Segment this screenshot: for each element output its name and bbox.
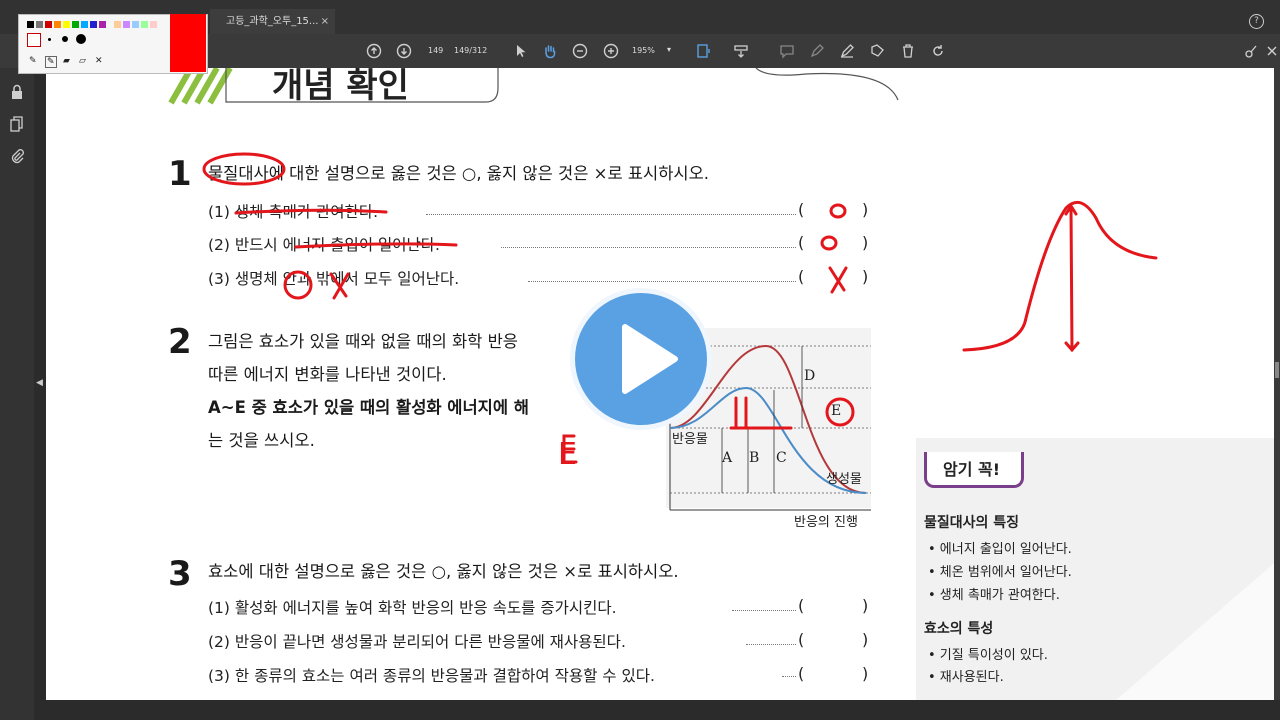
help-icon[interactable]: ? [1249,14,1264,29]
handwritten-answer: E [558,437,577,472]
prev-page-icon[interactable] [366,43,382,59]
color-swatch[interactable] [81,21,88,28]
eraser-icon[interactable]: ▰ [63,56,70,66]
hand-tool-icon[interactable] [542,43,558,59]
zoom-level-field[interactable]: 195% [632,46,655,55]
color-swatch[interactable] [141,21,148,28]
color-swatch[interactable] [54,21,61,28]
tab-close-icon[interactable]: × [321,9,329,34]
eraser-all-icon[interactable]: ▱ [79,56,86,66]
page-number-input[interactable]: 149 [428,46,443,55]
lock-icon[interactable] [10,84,24,104]
pencil-icon[interactable]: ✎ [29,56,37,66]
close-toolbar-icon[interactable] [1266,43,1280,59]
stamp-icon[interactable] [869,43,885,59]
current-color-swatch[interactable] [170,14,206,72]
scrollbar-thumb[interactable] [1275,362,1279,378]
rotate-icon[interactable] [930,43,946,59]
color-swatch[interactable] [72,21,79,28]
zoom-out-icon[interactable] [572,43,588,59]
vertical-scrollbar[interactable] [1274,68,1280,700]
color-swatch[interactable] [90,21,97,28]
next-page-icon[interactable] [396,43,412,59]
play-button[interactable] [570,288,712,430]
pages-icon[interactable] [10,116,24,136]
highlight-pen-icon[interactable] [809,43,825,59]
color-swatch[interactable] [27,21,34,28]
color-swatch[interactable] [63,21,70,28]
edit-sign-icon[interactable] [1243,43,1259,59]
page-total: 149/312 [454,46,488,55]
color-swatch[interactable] [132,21,139,28]
play-icon [622,324,678,394]
brush-size-small[interactable] [48,38,51,41]
pen-icon[interactable]: ✎ [45,56,57,68]
brush-size-selected[interactable] [27,33,41,47]
color-swatch[interactable] [123,21,130,28]
color-swatch[interactable] [114,21,121,28]
zoom-in-icon[interactable] [603,43,619,59]
color-swatch[interactable] [36,21,43,28]
expand-panel-icon[interactable]: ◀ [36,378,43,388]
attachment-icon[interactable] [10,148,24,168]
draw-icon[interactable] [839,43,855,59]
tab-title: 고등_과학_오투_15... [226,16,319,27]
scroll-mode-icon[interactable] [733,43,749,59]
document-tab[interactable]: 고등_과학_오투_15... × [210,9,335,34]
color-swatch[interactable] [45,21,52,28]
color-swatch[interactable] [150,21,157,28]
comment-icon[interactable] [779,43,795,59]
zoom-dropdown-icon[interactable]: ▾ [667,45,671,54]
brush-size-large[interactable] [76,34,86,44]
color-swatch[interactable] [99,21,106,28]
brush-size-medium[interactable] [62,36,68,42]
select-cursor-icon[interactable] [512,43,528,59]
fit-page-icon[interactable] [696,43,712,59]
delete-icon[interactable] [900,43,916,59]
clear-icon[interactable]: ✕ [95,56,103,66]
left-side-panel: ◀ [0,68,43,720]
